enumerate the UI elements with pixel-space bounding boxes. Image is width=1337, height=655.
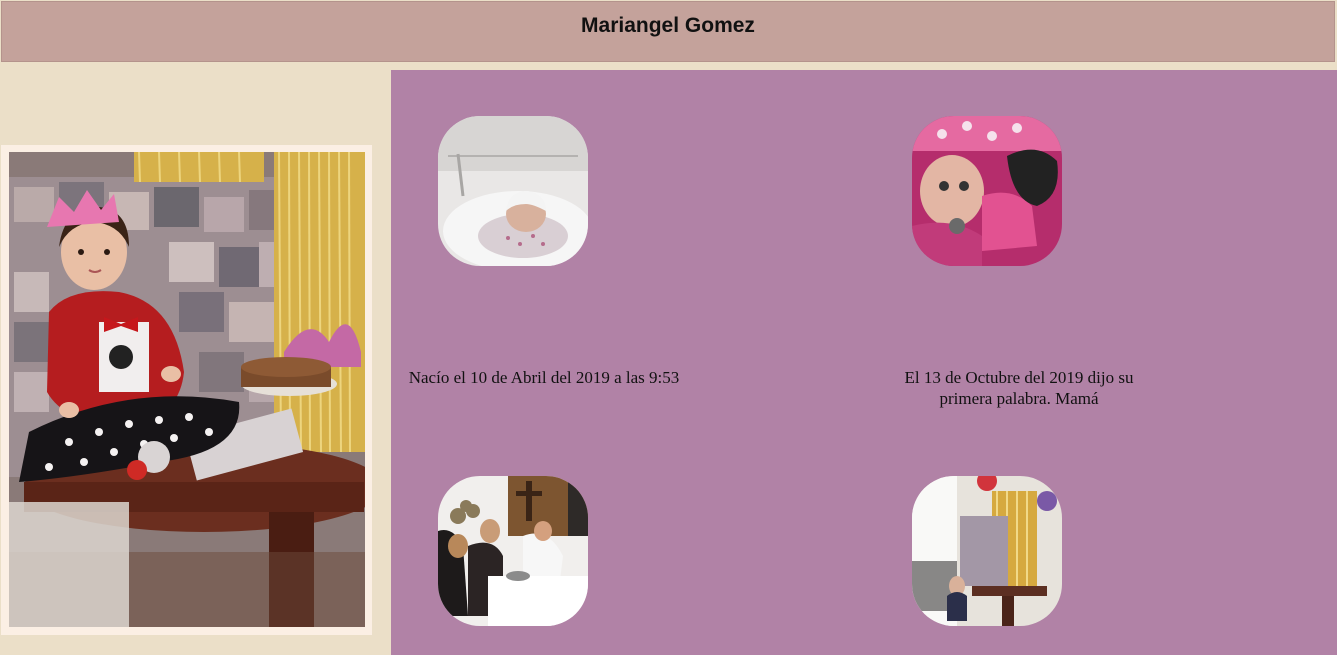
page-header: Mariangel Gomez xyxy=(1,1,1335,62)
page-title: Mariangel Gomez xyxy=(581,14,755,37)
timeline-caption-1: Nacío el 10 de Abril del 2019 a las 9:53 xyxy=(408,368,680,387)
timeline-caption-2: El 13 de Octubre del 2019 dijo su primer… xyxy=(904,368,1134,408)
birthday-party-photo xyxy=(912,476,1062,626)
newborn-photo xyxy=(438,116,588,266)
baby-pink-outfit-photo xyxy=(912,116,1062,266)
baptism-church-photo xyxy=(438,476,588,626)
portrait-image xyxy=(9,152,365,627)
